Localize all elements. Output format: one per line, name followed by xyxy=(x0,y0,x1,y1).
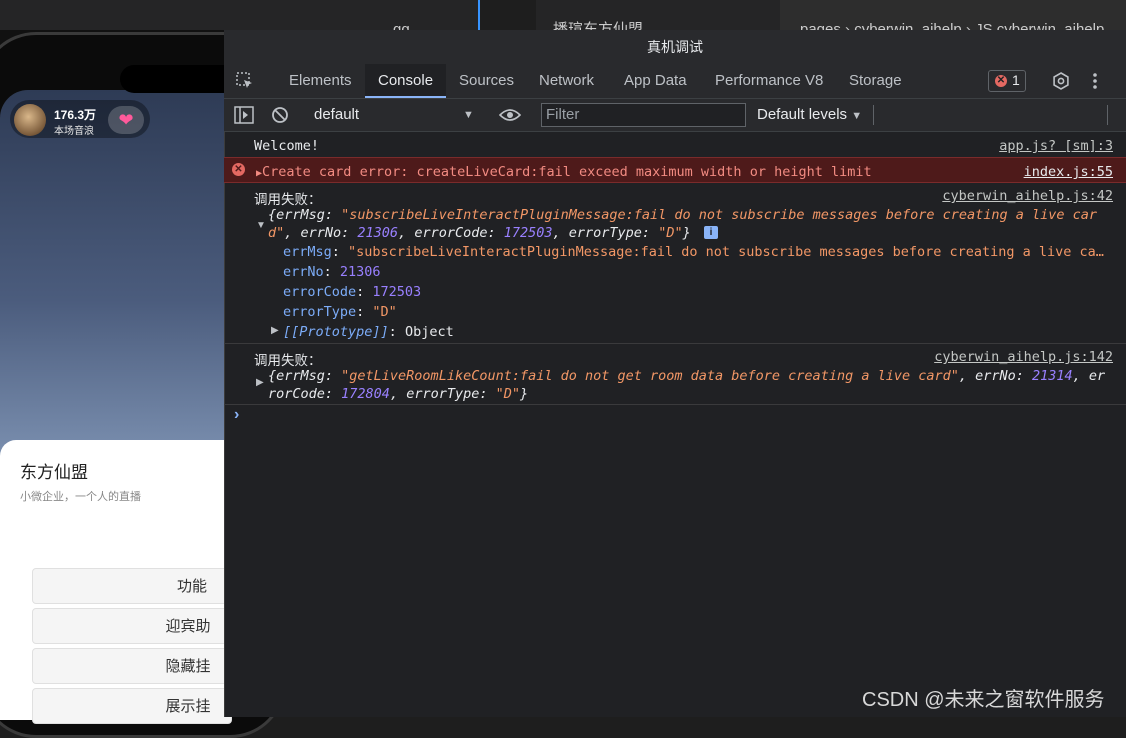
prop-row: errNo: 21306 xyxy=(283,264,381,280)
error-count: 1 xyxy=(1012,72,1020,88)
sheet-button[interactable]: 功能 xyxy=(32,568,232,604)
error-count-badge[interactable]: ✕ 1 xyxy=(988,70,1026,92)
ide-fragment: …播瑄东方仙盟 xyxy=(538,21,644,30)
more-options-icon[interactable] xyxy=(1088,72,1102,90)
console-input[interactable] xyxy=(250,408,1110,428)
tab-network[interactable]: Network xyxy=(539,64,594,98)
sheet-button[interactable]: 隐藏挂 xyxy=(32,648,232,684)
prop-row: errorCode: 172503 xyxy=(283,284,422,300)
info-icon[interactable]: i xyxy=(704,226,718,239)
clear-console-icon[interactable] xyxy=(271,106,289,124)
error-icon: ✕ xyxy=(232,163,245,176)
tab-app-data[interactable]: App Data xyxy=(624,64,687,98)
object-preview-line[interactable]: d", errNo: 21306, errorCode: 172503, err… xyxy=(268,225,691,241)
sidebar-toggle-icon[interactable] xyxy=(234,106,254,124)
source-link[interactable]: cyberwin_aihelp.js:42 xyxy=(942,188,1113,204)
sheet-button[interactable]: 展示挂 xyxy=(32,688,232,724)
inspect-element-icon[interactable] xyxy=(236,72,254,90)
tab-performance[interactable]: Performance V8 xyxy=(715,64,823,98)
collapse-triangle-icon[interactable]: ▼ xyxy=(256,220,266,231)
watermark: CSDN @未来之窗软件服务 xyxy=(862,689,1105,711)
row-divider xyxy=(224,404,1126,405)
error-message: Create card error: createLiveCard:fail e… xyxy=(262,164,872,180)
settings-gear-icon[interactable] xyxy=(1052,72,1070,90)
live-count-label: 本场音浪 xyxy=(54,126,94,137)
expand-triangle-icon[interactable]: ▶ xyxy=(271,325,279,336)
log-levels-select[interactable]: Default levels ▼ xyxy=(757,99,862,131)
object-preview-line[interactable]: {errMsg: "getLiveRoomLikeCount:fail do n… xyxy=(268,368,1105,384)
source-link[interactable]: index.js:55 xyxy=(1024,164,1113,180)
prototype-row[interactable]: [[Prototype]]: Object xyxy=(283,324,454,340)
context-select[interactable]: default xyxy=(314,99,359,131)
object-preview-line[interactable]: {errMsg: "subscribeLiveInteractPluginMes… xyxy=(268,207,1097,223)
ide-active-tab[interactable] xyxy=(478,0,536,30)
tab-console[interactable]: Console xyxy=(365,64,447,98)
chevron-down-icon[interactable]: ▼ xyxy=(463,99,474,131)
toolbar-divider xyxy=(1107,105,1108,125)
ide-fragment: …gg xyxy=(378,21,410,30)
console-log-welcome: Welcome! xyxy=(254,138,320,154)
heart-icon[interactable]: ❤ xyxy=(108,106,144,134)
ide-breadcrumb: pages › cyberwin_aihelp › JS cyberwin_ai… xyxy=(800,21,1105,30)
filter-input[interactable]: Filter xyxy=(541,103,746,127)
log-levels-label: Default levels xyxy=(757,106,848,123)
fail-label: 调用失败： xyxy=(254,192,322,208)
fail-label: 调用失败： xyxy=(254,353,322,369)
error-expand[interactable]: ▶Create card error: createLiveCard:fail … xyxy=(256,164,872,180)
eye-icon[interactable] xyxy=(499,107,521,123)
expand-triangle-icon[interactable]: ▶ xyxy=(256,377,264,388)
avatar[interactable] xyxy=(14,104,46,136)
console-prompt-icon[interactable]: › xyxy=(234,406,239,424)
chevron-down-icon: ▼ xyxy=(851,110,863,122)
tab-sources[interactable]: Sources xyxy=(459,64,514,98)
sheet-title: 东方仙盟 xyxy=(20,463,88,482)
prop-row: errorType: "D" xyxy=(283,304,397,320)
source-link[interactable]: cyberwin_aihelp.js:142 xyxy=(934,349,1113,365)
sheet-subtitle: 小微企业，一个人的直播 xyxy=(20,491,141,503)
phone-notch xyxy=(120,65,226,93)
toolbar-divider xyxy=(873,105,874,125)
object-preview-line[interactable]: rorCode: 172804, errorType: "D"} xyxy=(268,386,528,402)
source-link[interactable]: app.js? [sm]:3 xyxy=(999,138,1113,154)
tab-elements[interactable]: Elements xyxy=(289,64,352,98)
row-divider xyxy=(224,343,1126,344)
live-count: 176.3万 xyxy=(54,108,97,122)
prop-row: errMsg: "subscribeLiveInteractPluginMess… xyxy=(283,244,1104,260)
error-icon: ✕ xyxy=(995,75,1007,87)
sheet-button[interactable]: 迎宾助 xyxy=(32,608,232,644)
devtools-title: 真机调试 xyxy=(224,30,1126,64)
tab-storage[interactable]: Storage xyxy=(849,64,902,98)
